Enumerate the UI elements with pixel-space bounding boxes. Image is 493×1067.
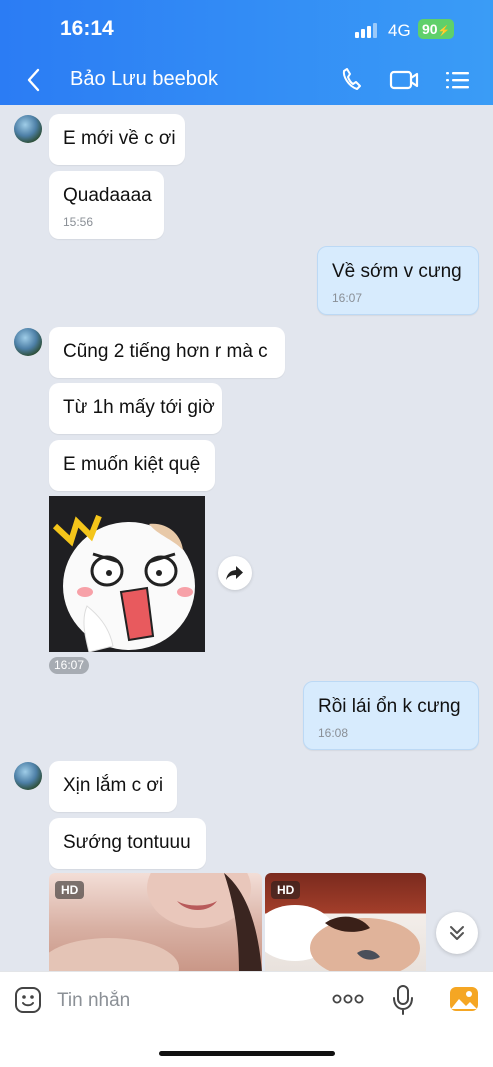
message-composer <box>0 971 493 1067</box>
double-chevron-down-icon[interactable] <box>436 912 478 954</box>
forward-icon[interactable] <box>218 556 252 590</box>
emoji-sticker-icon[interactable] <box>14 986 42 1014</box>
message-text: Từ 1h mấy tới giờ <box>63 397 215 418</box>
microphone-icon[interactable] <box>392 984 414 1021</box>
status-bar: 16:14 4G 90⚡ <box>0 0 493 56</box>
avatar[interactable] <box>14 762 42 790</box>
image-gallery-icon[interactable] <box>449 985 479 1018</box>
message-bubble[interactable]: Về sớm v cưng 16:07 <box>317 246 479 315</box>
video-camera-icon[interactable] <box>388 66 419 94</box>
message-text: E mới về c ơi <box>63 128 176 149</box>
sticker-image[interactable] <box>49 496 205 652</box>
message-bubble[interactable]: Sướng tontuuu <box>49 818 206 869</box>
home-indicator <box>159 1051 335 1056</box>
message-text: Quadaaaa <box>63 185 152 206</box>
message-bubble[interactable]: Quadaaaa 15:56 <box>49 171 164 239</box>
message-time: 16:08 <box>318 726 349 740</box>
status-time: 16:14 <box>60 17 114 40</box>
message-bubble[interactable]: E muốn kiệt quệ <box>49 440 215 491</box>
contact-name[interactable]: Bảo Lưu beebok <box>70 68 218 91</box>
signal-icon <box>355 22 377 38</box>
photo-attachment[interactable]: HD <box>265 873 426 971</box>
battery-level: 90 <box>421 21 438 37</box>
list-menu-icon[interactable] <box>444 66 474 94</box>
message-time: 15:56 <box>63 215 94 229</box>
message-bubble[interactable]: E mới về c ơi <box>49 114 185 165</box>
battery-indicator: 90⚡ <box>418 19 454 39</box>
message-text: Xịn lắm c ơi <box>63 775 164 796</box>
message-time: 16:07 <box>332 291 363 305</box>
message-bubble[interactable]: Từ 1h mấy tới giờ <box>49 383 222 434</box>
phone-icon[interactable] <box>338 66 368 94</box>
message-list[interactable]: E mới về c ơi Quadaaaa 15:56 Về sớm v cư… <box>0 105 493 971</box>
nav-bar: Bảo Lưu beebok <box>0 56 493 105</box>
avatar[interactable] <box>14 115 42 143</box>
message-bubble[interactable]: Xịn lắm c ơi <box>49 761 177 812</box>
message-text: E muốn kiệt quệ <box>63 454 201 475</box>
more-dots-icon[interactable] <box>332 992 364 1011</box>
photo-attachment[interactable]: HD <box>49 873 262 971</box>
avatar[interactable] <box>14 328 42 356</box>
message-text: Về sớm v cưng <box>332 261 462 282</box>
chevron-left-icon[interactable] <box>24 66 46 94</box>
hd-badge: HD <box>55 881 85 899</box>
chat-header: 16:14 4G 90⚡ Bảo Lưu beebok <box>0 0 493 105</box>
message-input[interactable] <box>55 987 319 1015</box>
network-type: 4G <box>388 21 411 40</box>
message-bubble[interactable]: Rồi lái ổn k cưng 16:08 <box>303 681 479 750</box>
message-text: Rồi lái ổn k cưng <box>318 696 461 717</box>
message-text: Cũng 2 tiếng hơn r mà c <box>63 341 268 362</box>
hd-badge: HD <box>271 881 301 899</box>
message-bubble[interactable]: Cũng 2 tiếng hơn r mà c <box>49 327 285 378</box>
message-text: Sướng tontuuu <box>63 832 191 853</box>
message-time: 16:07 <box>49 657 89 674</box>
